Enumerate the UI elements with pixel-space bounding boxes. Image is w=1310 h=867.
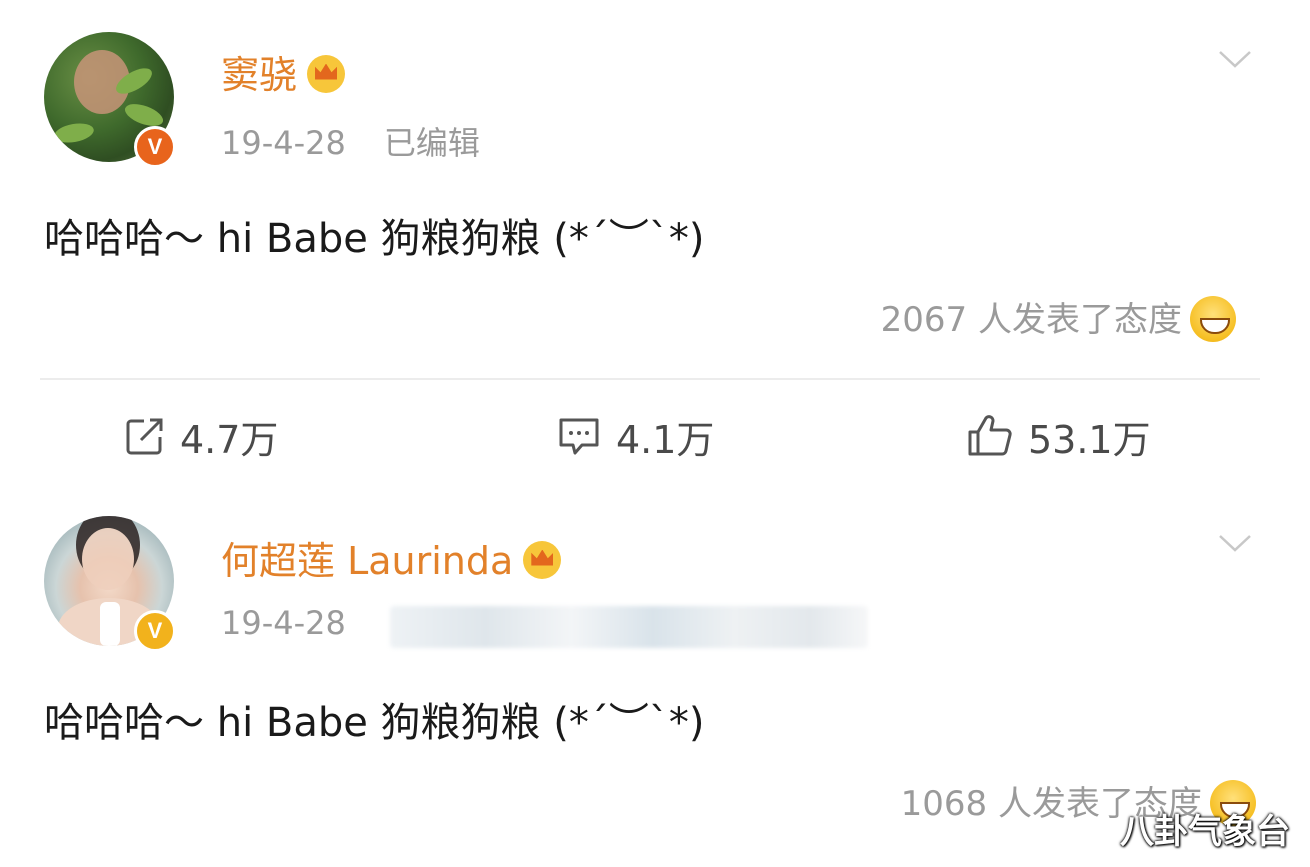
chevron-down-icon[interactable]	[1218, 42, 1252, 76]
leaf-shape	[52, 120, 96, 146]
avatar-face	[82, 528, 134, 590]
post-content: 哈哈哈～ hi Babe 狗粮狗粮 (*ˊ︶ˋ*)	[44, 700, 705, 746]
reactions-text: 2067 人发表了态度	[880, 300, 1182, 340]
crown-icon	[523, 540, 562, 579]
like-count: 53.1万	[1028, 417, 1151, 462]
watermark: 八卦气象台	[1120, 812, 1290, 852]
repost-button[interactable]: 4.7万	[124, 408, 278, 464]
post-content: 哈哈哈～ hi Babe 狗粮狗粮 (*ˊ︶ˋ*)	[44, 216, 705, 262]
crown-icon	[307, 54, 346, 93]
weibo-post: V 窦骁 19-4-28 已编辑 哈哈哈～ hi Babe 狗粮狗粮 (*ˊ︶ˋ*…	[0, 0, 1290, 380]
post-meta: 19-4-28	[221, 604, 346, 642]
edited-label: 已编辑	[383, 124, 480, 162]
avatar-clothing	[100, 602, 120, 646]
username-text: 窦骁	[221, 53, 298, 97]
thumbs-up-icon	[968, 415, 1012, 456]
verified-badge-icon: V	[134, 126, 176, 168]
username-text: 何超莲 Laurinda	[221, 539, 514, 583]
blurred-source-info	[390, 606, 868, 648]
chevron-down-icon[interactable]	[1218, 526, 1252, 560]
repost-count: 4.7万	[180, 417, 279, 462]
post-date: 19-4-28	[221, 604, 346, 642]
username[interactable]: 何超莲 Laurinda	[221, 530, 562, 585]
comment-icon	[559, 418, 599, 455]
repost-icon	[126, 418, 163, 455]
post-date: 19-4-28	[221, 124, 346, 162]
divider	[40, 378, 1260, 380]
username[interactable]: 窦骁	[221, 44, 346, 99]
comment-count: 4.1万	[616, 417, 715, 462]
reactions-summary[interactable]: 2067 人发表了态度	[881, 292, 1236, 345]
verified-badge-icon: V	[134, 610, 176, 652]
post-meta: 19-4-28 已编辑	[221, 118, 480, 164]
like-button[interactable]: 53.1万	[966, 408, 1151, 464]
comment-button[interactable]: 4.1万	[556, 408, 714, 464]
laugh-emoji-icon	[1190, 295, 1236, 342]
